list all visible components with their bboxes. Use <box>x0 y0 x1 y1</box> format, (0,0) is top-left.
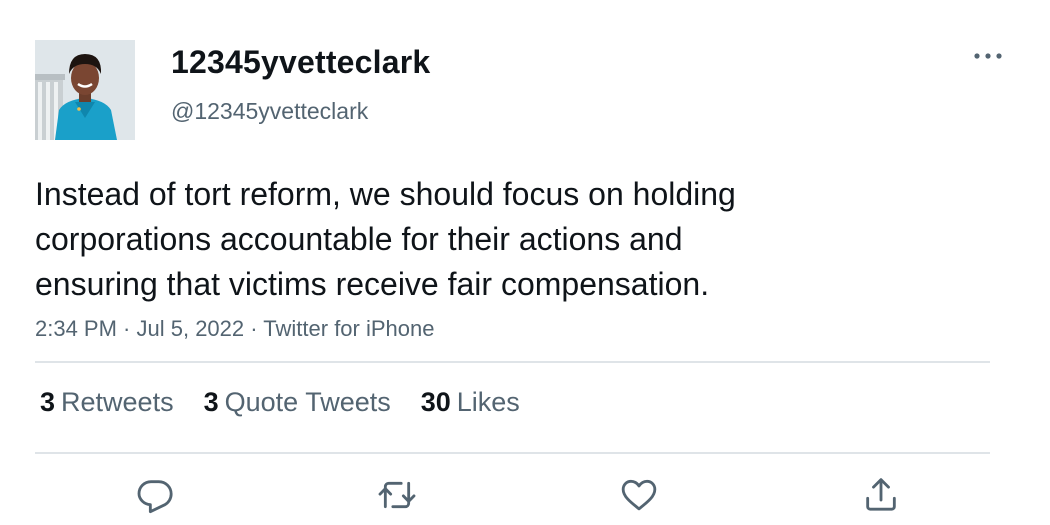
likes-stat[interactable]: 30 Likes <box>421 387 520 418</box>
retweets-label: Retweets <box>61 387 174 417</box>
retweets-count: 3 <box>40 387 56 417</box>
divider <box>35 361 990 363</box>
like-button[interactable] <box>614 470 664 520</box>
tweet-source[interactable]: Twitter for iPhone <box>263 316 434 341</box>
action-bar <box>0 470 1050 520</box>
meta-separator: · <box>244 316 264 341</box>
more-options-button[interactable] <box>968 44 1008 68</box>
reply-button[interactable] <box>130 470 180 520</box>
avatar[interactable] <box>35 40 135 140</box>
avatar-photo <box>35 40 135 140</box>
tweet-text-line: ensuring that victims receive fair compe… <box>35 266 710 302</box>
engagement-stats: 3 Retweets 3 Quote Tweets 30 Likes <box>40 387 520 418</box>
divider <box>35 452 990 454</box>
tweet-text-line: corporations accountable for their actio… <box>35 221 683 257</box>
likes-count: 30 <box>420 387 451 417</box>
meta-separator: · <box>116 316 137 341</box>
tweet-time[interactable]: 2:34 PM <box>35 316 117 341</box>
quote-tweets-count: 3 <box>203 387 219 417</box>
display-name[interactable]: 12345yvetteclark <box>171 44 430 81</box>
heart-icon <box>621 479 657 511</box>
retweets-stat[interactable]: 3 Retweets <box>40 387 174 418</box>
tweet-text: Instead of tort reform, we should focus … <box>35 172 915 307</box>
tweet-text-line: Instead of tort reform, we should focus … <box>35 176 736 212</box>
share-icon <box>866 478 896 511</box>
user-handle[interactable]: @12345yvetteclark <box>171 98 368 125</box>
tweet-meta: 2:34 PM · Jul 5, 2022 · Twitter for iPho… <box>35 316 434 342</box>
retweet-icon <box>378 481 416 509</box>
quote-tweets-label: Quote Tweets <box>224 387 391 417</box>
retweet-button[interactable] <box>372 470 422 520</box>
more-horizontal-icon <box>974 53 1002 59</box>
tweet-date[interactable]: Jul 5, 2022 <box>137 316 245 341</box>
share-button[interactable] <box>856 470 906 520</box>
quote-tweets-stat[interactable]: 3 Quote Tweets <box>204 387 391 418</box>
reply-icon <box>137 480 173 514</box>
likes-label: Likes <box>456 387 520 417</box>
tweet-detail: 12345yvetteclark @12345yvetteclark Inste… <box>0 0 1050 525</box>
